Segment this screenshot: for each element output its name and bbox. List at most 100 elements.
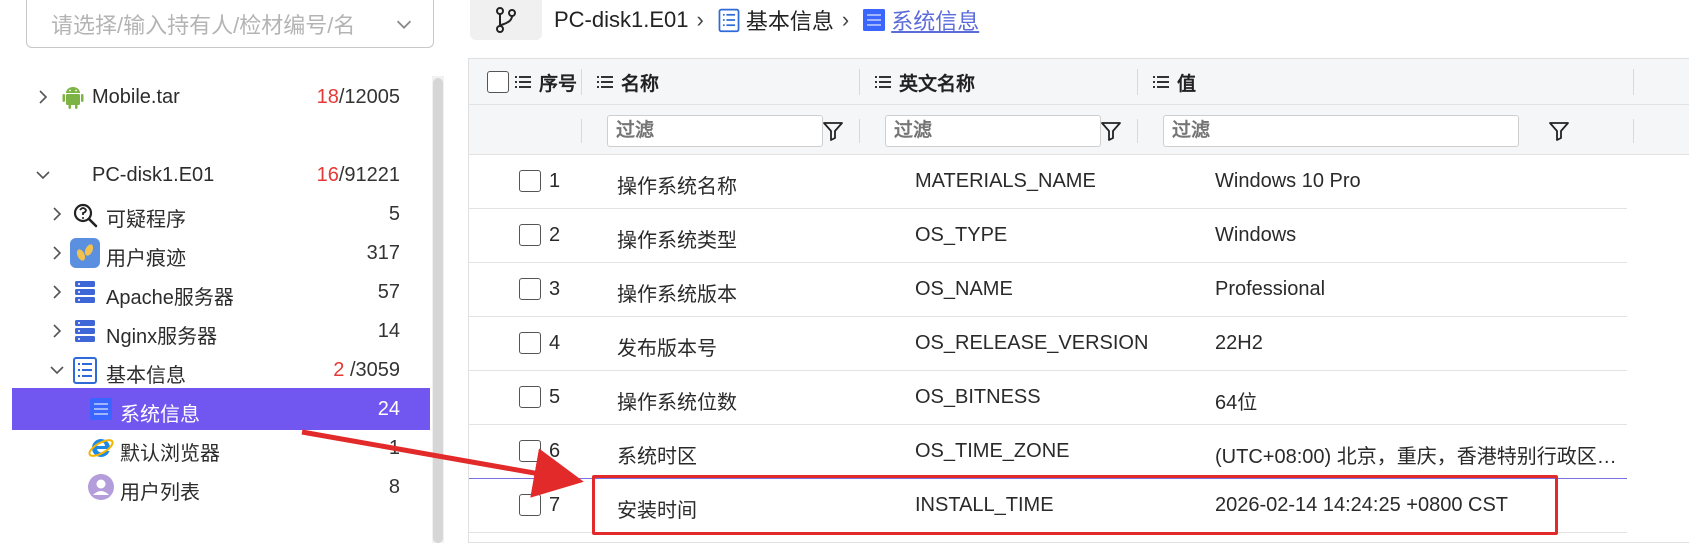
chevron-right-icon[interactable] <box>48 283 66 301</box>
select-all-checkbox[interactable] <box>487 71 509 93</box>
column-header-index[interactable]: 序号 <box>515 59 577 105</box>
tree-scrollbar-thumb[interactable] <box>433 78 443 543</box>
cell-en-name: MATERIALS_NAME <box>915 170 1096 192</box>
chevron-right-icon[interactable] <box>34 88 52 106</box>
breadcrumb: PC-disk1.E01 › 基本信息 › 系统信息 <box>470 0 1689 40</box>
column-resizer[interactable] <box>581 69 582 95</box>
ie-browser-icon <box>88 438 114 457</box>
android-icon <box>62 87 84 109</box>
breadcrumb-root[interactable]: PC-disk1.E01 <box>554 7 689 33</box>
column-menu-icon <box>597 76 613 88</box>
row-checkbox[interactable] <box>519 224 541 246</box>
chevron-right-icon[interactable] <box>48 244 66 262</box>
tree-item-label: 基本信息 <box>106 365 186 387</box>
cell-en-name: OS_RELEASE_VERSION <box>915 332 1149 354</box>
table-row[interactable]: 1 操作系统名称 MATERIALS_NAME Windows 10 Pro <box>469 155 1627 209</box>
table-row[interactable]: 2 操作系统类型 OS_TYPE Windows <box>469 209 1627 263</box>
breadcrumb-current[interactable]: 系统信息 <box>861 4 979 36</box>
tree-item-count: 317 <box>366 242 400 264</box>
row-checkbox[interactable] <box>519 440 541 462</box>
table-row[interactable]: 3 操作系统版本 OS_NAME Professional <box>469 263 1627 317</box>
tree-item-label: 系统信息 <box>120 404 200 426</box>
system-info-icon <box>863 9 886 31</box>
table-row[interactable]: 5 操作系统位数 OS_BITNESS 64位 <box>469 371 1627 425</box>
value-filter-input[interactable] <box>1163 115 1519 147</box>
filter-icon[interactable] <box>1547 119 1571 143</box>
column-resizer[interactable] <box>859 69 860 95</box>
left-panel: 请选择/输入持有人/检材编号/名 Mobile.tar 18/12005 PC-… <box>0 0 444 543</box>
cell-name: 操作系统位数 <box>617 392 737 414</box>
cell-value: Professional <box>1215 278 1326 300</box>
chevron-down-icon[interactable] <box>34 166 52 184</box>
column-resizer[interactable] <box>1137 69 1138 95</box>
cell-index: 7 <box>549 494 561 516</box>
tree-item-apache[interactable]: Apache服务器 57 <box>12 271 430 313</box>
cell-index: 5 <box>549 386 561 408</box>
column-header-value[interactable]: 值 <box>1153 59 1196 105</box>
cell-en-name: OS_BITNESS <box>915 386 1041 408</box>
tree-item-count: 16/91221 <box>316 164 400 186</box>
breadcrumb-parent[interactable]: 基本信息 <box>716 4 834 36</box>
row-checkbox[interactable] <box>519 494 541 516</box>
tree-item-user-traces[interactable]: 用户痕迹 317 <box>12 232 430 274</box>
branch-button[interactable] <box>470 0 542 40</box>
tree-item-suspicious-programs[interactable]: 可疑程序 5 <box>12 193 430 235</box>
cell-value: Windows <box>1215 224 1297 246</box>
breadcrumb-parent-label: 基本信息 <box>745 9 834 34</box>
tree-item-mobile-tar[interactable]: Mobile.tar 18/12005 <box>12 76 430 118</box>
list-doc-icon <box>73 357 97 384</box>
tree-item-pc-disk[interactable]: PC-disk1.E01 16/91221 <box>12 154 430 196</box>
tree-item-count: 18/12005 <box>316 86 400 108</box>
cell-en-name: OS_NAME <box>915 278 1013 300</box>
suspicious-search-icon <box>73 203 98 228</box>
row-checkbox[interactable] <box>519 386 541 408</box>
tree-item-label: 用户列表 <box>120 482 200 504</box>
breadcrumb-separator: › <box>696 7 704 32</box>
branch-icon <box>496 7 516 33</box>
server-icon <box>75 281 95 303</box>
row-checkbox[interactable] <box>519 278 541 300</box>
tree-item-count: 5 <box>388 203 400 225</box>
cell-name: 操作系统类型 <box>617 230 737 252</box>
filter-icon[interactable] <box>821 119 845 143</box>
tree-item-label: Mobile.tar <box>92 86 180 108</box>
tree-item-default-browser[interactable]: 默认浏览器 1 <box>12 427 430 469</box>
column-menu-icon <box>1153 76 1169 88</box>
tree-item-count: 24 <box>377 398 400 420</box>
column-resizer[interactable] <box>1633 69 1634 95</box>
chevron-right-icon[interactable] <box>48 322 66 340</box>
tree-item-system-info[interactable]: 系统信息 24 <box>12 388 430 430</box>
table-row[interactable]: 4 发布版本号 OS_RELEASE_VERSION 22H2 <box>469 317 1627 371</box>
cell-index: 6 <box>549 440 561 462</box>
row-checkbox[interactable] <box>519 170 541 192</box>
system-info-icon <box>90 398 112 420</box>
cell-name: 操作系统版本 <box>617 284 737 306</box>
filter-icon[interactable] <box>1099 119 1123 143</box>
user-icon <box>88 474 114 500</box>
tree-item-user-list[interactable]: 用户列表 8 <box>12 466 430 508</box>
cell-value: 2026-02-14 14:24:25 +0800 CST <box>1215 494 1508 516</box>
cell-value: 22H2 <box>1215 332 1263 354</box>
tree-item-label: Apache服务器 <box>106 287 234 309</box>
tree-item-count: 57 <box>377 281 400 303</box>
cell-index: 2 <box>549 224 561 246</box>
breadcrumb-current-label: 系统信息 <box>891 9 980 34</box>
tree-item-label: 可疑程序 <box>106 209 186 231</box>
chevron-down-icon[interactable] <box>48 361 66 379</box>
filter-separator <box>1633 119 1634 143</box>
table-row[interactable]: 6 系统时区 OS_TIME_ZONE (UTC+08:00) 北京，重庆，香港… <box>469 425 1627 479</box>
name-filter-input[interactable] <box>607 115 823 147</box>
column-header-name[interactable]: 名称 <box>597 59 659 105</box>
en-name-filter-input[interactable] <box>885 115 1101 147</box>
tree-item-nginx[interactable]: Nginx服务器 14 <box>12 310 430 352</box>
cell-value: (UTC+08:00) 北京，重庆，香港特别行政区，乌鲁木齐 <box>1215 446 1627 468</box>
filter-separator <box>581 119 582 143</box>
table-row[interactable]: 7 安装时间 INSTALL_TIME 2026-02-14 14:24:25 … <box>469 479 1627 533</box>
tree-item-basic-info[interactable]: 基本信息 2 /3059 <box>12 349 430 391</box>
holder-search-select[interactable]: 请选择/输入持有人/检材编号/名 <box>26 0 434 48</box>
tree-item-label: Nginx服务器 <box>106 326 218 348</box>
row-checkbox[interactable] <box>519 332 541 354</box>
chevron-right-icon[interactable] <box>48 205 66 223</box>
column-header-en-name[interactable]: 英文名称 <box>875 59 975 105</box>
chevron-down-icon <box>396 20 412 29</box>
